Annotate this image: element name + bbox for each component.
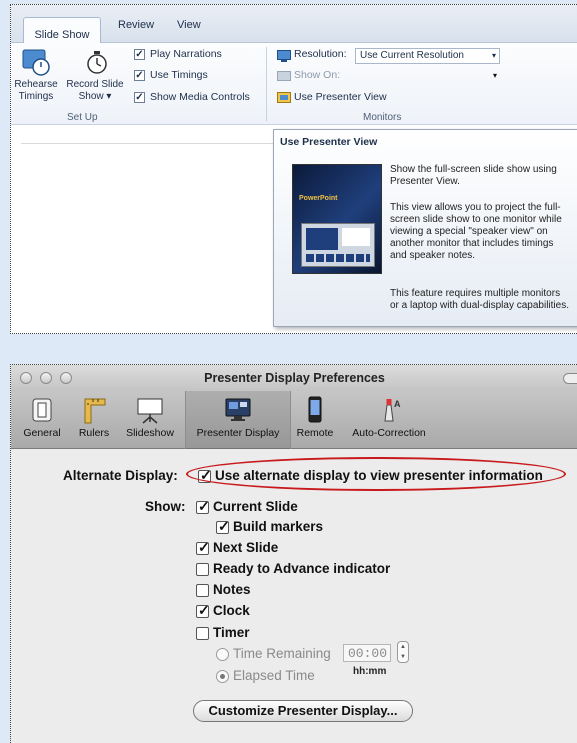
current-slide-label: Current Slide — [213, 499, 298, 514]
show-on-icon — [277, 71, 291, 81]
ruler-icon — [84, 398, 106, 424]
toolbar-remote[interactable]: Remote — [291, 395, 339, 447]
presenter-view-icon — [277, 92, 291, 103]
setup-group-label: Set Up — [67, 112, 98, 123]
timer-checkbox[interactable] — [196, 627, 209, 640]
notes-label: Notes — [213, 582, 251, 597]
time-stepper[interactable]: ▲ ▼ — [397, 641, 409, 663]
play-narrations-label: Play Narrations — [150, 48, 222, 60]
toolbar-presenter-display[interactable]: Presenter Display — [185, 395, 291, 447]
time-remaining-field[interactable]: 00:00 — [343, 644, 391, 662]
toolbar-general-label: General — [23, 427, 61, 439]
prefs-content: Alternate Display: ✓ Use alternate displ… — [11, 450, 577, 743]
tab-review[interactable]: Review — [118, 19, 154, 31]
tab-label: Slide Show — [34, 29, 90, 41]
resolution-icon — [277, 50, 291, 62]
toolbar-auto-correction-label: Auto-Correction — [352, 427, 426, 439]
current-slide-checkbox[interactable]: ✓ — [196, 498, 210, 514]
next-slide-label: Next Slide — [213, 540, 279, 555]
customize-presenter-display-button[interactable]: Customize Presenter Display... — [193, 700, 413, 722]
rehearse-timings-button[interactable]: Rehearse Timings — [11, 45, 61, 111]
dropdown-arrow-icon: ▾ — [491, 51, 496, 60]
stopwatch-screen-icon — [22, 49, 50, 76]
next-slide-checkbox[interactable]: ✓ — [196, 539, 210, 555]
presenter-view-preview-image: PowerPoint — [292, 164, 382, 274]
toolbar-rulers-label: Rulers — [78, 427, 110, 439]
phone-icon — [308, 396, 322, 423]
show-on-label: Show On: — [294, 69, 341, 81]
tooltip-paragraph-1: Show the full-screen slide show using Pr… — [390, 164, 557, 187]
ribbon-tab-bar: Slide Show Review View — [11, 5, 577, 44]
toolbar-slideshow[interactable]: Slideshow — [117, 395, 183, 447]
build-markers-label: Build markers — [233, 519, 324, 534]
toolbar-auto-correction[interactable]: A Auto-Correction — [341, 395, 437, 447]
use-timings-checkbox[interactable]: ✓ — [134, 70, 145, 81]
monitors-group-label: Monitors — [363, 112, 402, 123]
toolbar-presenter-display-label: Presenter Display — [196, 427, 280, 439]
clock-checkbox[interactable]: ✓ — [196, 602, 210, 618]
use-presenter-view-button[interactable]: Use Presenter View — [294, 91, 387, 103]
record-slide-show-button[interactable]: Record Slide Show ▾ — [63, 45, 127, 111]
resolution-value: Use Current Resolution — [360, 50, 464, 61]
highlight-annotation-oval — [186, 457, 566, 491]
tooltip-title: Use Presenter View — [280, 136, 378, 148]
timer-label: Timer — [213, 625, 250, 640]
speaker-view-thumb — [301, 223, 375, 267]
tooltip-paragraph-3: This feature requires multiple monitors … — [390, 288, 569, 311]
tab-slide-show[interactable]: Slide Show — [23, 17, 101, 44]
presenter-display-preferences-window: Presenter Display Preferences General Ru… — [10, 364, 577, 743]
ready-to-advance-checkbox[interactable] — [196, 563, 209, 576]
clock-label: Clock — [213, 603, 250, 618]
dropdown-arrow-icon: ▾ — [492, 71, 497, 80]
toolbar-rulers[interactable]: Rulers — [71, 395, 117, 447]
show-media-controls-label: Show Media Controls — [150, 91, 250, 103]
group-divider — [266, 47, 267, 121]
resolution-label: Resolution: — [294, 48, 347, 60]
show-media-controls-checkbox[interactable]: ✓ — [134, 92, 145, 103]
toolbar-slideshow-label: Slideshow — [126, 427, 174, 439]
autocorrect-icon: A — [384, 399, 401, 422]
ready-to-advance-label: Ready to Advance indicator — [213, 561, 391, 576]
time-remaining-radio[interactable] — [216, 648, 229, 661]
alternate-display-label: Alternate Display: — [63, 468, 178, 483]
slide-canvas[interactable] — [21, 143, 286, 328]
play-narrations-checkbox[interactable]: ✓ — [134, 49, 145, 60]
show-label: Show: — [145, 499, 186, 514]
record-label-1: Record Slide — [66, 79, 124, 90]
time-remaining-label: Time Remaining — [233, 646, 331, 661]
toolbar-general[interactable]: General — [15, 395, 69, 447]
thumb-label: PowerPoint — [299, 195, 338, 202]
tab-view[interactable]: View — [177, 19, 201, 31]
show-on-dropdown[interactable]: ▾ — [355, 69, 500, 85]
tooltip-paragraph-2: This view allows you to project the full… — [390, 202, 562, 261]
notes-checkbox[interactable] — [196, 584, 209, 597]
projector-screen-icon — [137, 398, 163, 424]
resolution-dropdown[interactable]: Use Current Resolution ▾ — [355, 48, 500, 64]
switch-icon — [32, 398, 52, 422]
window-title: Presenter Display Preferences — [204, 371, 385, 385]
title-bar[interactable]: Presenter Display Preferences — [11, 365, 577, 391]
prefs-toolbar: General Rulers Slideshow Presenter Displ… — [11, 391, 577, 449]
use-timings-label: Use Timings — [150, 69, 208, 81]
rehearse-label-1: Rehearse — [14, 79, 58, 90]
toolbar-toggle-button[interactable] — [563, 373, 577, 384]
elapsed-time-label: Elapsed Time — [233, 668, 315, 683]
toolbar-remote-label: Remote — [296, 427, 334, 439]
svg-text:A: A — [394, 399, 401, 409]
time-format-label: hh:mm — [353, 666, 387, 677]
record-label-2: Show ▾ — [78, 91, 112, 102]
presenter-view-tooltip: Use Presenter View PowerPoint Show the f… — [273, 129, 577, 327]
elapsed-time-radio[interactable] — [216, 670, 229, 683]
record-timer-icon — [87, 51, 107, 74]
ribbon-panel: Slide Show Review View Rehearse Timings R… — [10, 4, 577, 334]
build-markers-checkbox[interactable]: ✓ — [216, 518, 230, 534]
monitor-icon — [225, 398, 251, 421]
ribbon-toolbar: Rehearse Timings Record Slide Show ▾ ✓ Pla… — [11, 43, 577, 125]
rehearse-label-2: Timings — [18, 91, 54, 102]
